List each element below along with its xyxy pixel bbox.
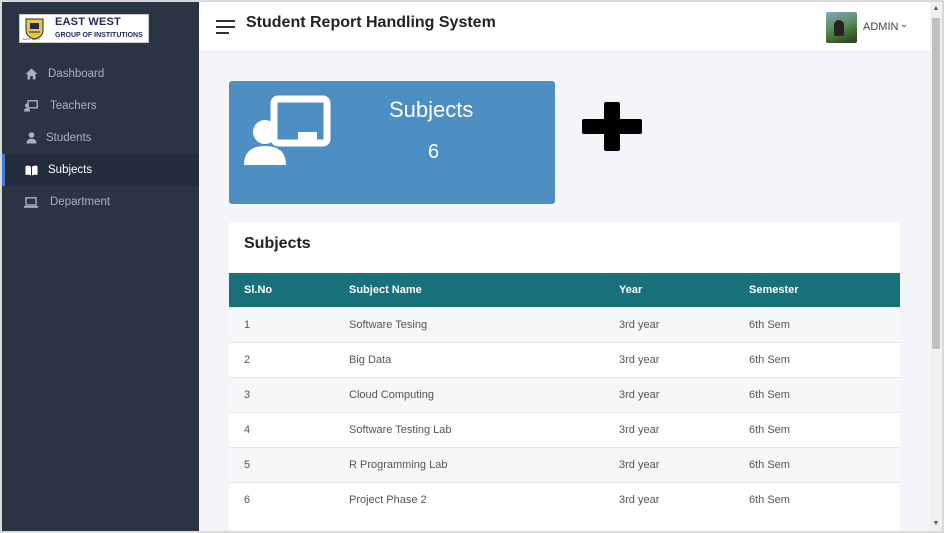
- column-header-semester: Semester: [749, 283, 799, 296]
- brand-name: EAST WEST: [55, 16, 121, 28]
- cell-semester: 6th Sem: [749, 493, 790, 506]
- brand-subtitle: GROUP OF INSTITUTIONS: [55, 32, 143, 39]
- hamburger-menu-icon[interactable]: [216, 20, 235, 34]
- sidebar: EAST WEST EAST WEST GROUP OF INSTITUTION…: [2, 2, 199, 531]
- cell-slno: 6: [244, 493, 251, 506]
- cell-year: 3rd year: [619, 318, 660, 331]
- sidebar-item-label: Students: [46, 132, 92, 144]
- stat-card-value: 6: [428, 141, 440, 163]
- cell-semester: 6th Sem: [749, 423, 790, 436]
- cell-slno: 5: [244, 458, 251, 471]
- sidebar-item-teachers[interactable]: Teachers: [2, 90, 199, 122]
- cell-subject-name: R Programming Lab: [349, 458, 448, 471]
- vertical-scrollbar[interactable]: ▲ ▼: [930, 2, 942, 531]
- cell-slno: 4: [244, 423, 251, 436]
- sidebar-item-label: Subjects: [48, 164, 93, 176]
- sidebar-item-label: Department: [50, 196, 111, 208]
- column-header-slno: Sl.No: [244, 283, 273, 296]
- cell-semester: 6th Sem: [749, 353, 790, 366]
- crest-caption: EAST WEST: [23, 37, 41, 41]
- sidebar-item-department[interactable]: Department: [2, 186, 199, 218]
- cell-year: 3rd year: [619, 423, 660, 436]
- user-icon: [24, 131, 38, 145]
- scroll-thumb[interactable]: [932, 18, 940, 349]
- cell-subject-name: Cloud Computing: [349, 388, 434, 401]
- laptop-icon: [24, 195, 38, 209]
- app-window: EAST WEST EAST WEST GROUP OF INSTITUTION…: [2, 2, 942, 531]
- cell-subject-name: Software Tesing: [349, 318, 428, 331]
- sidebar-item-label: Teachers: [50, 100, 97, 112]
- cell-year: 3rd year: [619, 388, 660, 401]
- chevron-down-icon[interactable]: ⌄: [900, 19, 908, 30]
- cell-semester: 6th Sem: [749, 318, 790, 331]
- plus-icon[interactable]: [582, 102, 642, 151]
- home-icon: [24, 67, 38, 81]
- sidebar-item-dashboard[interactable]: Dashboard: [2, 58, 199, 90]
- table-title: Subjects: [244, 235, 311, 252]
- cell-slno: 3: [244, 388, 251, 401]
- avatar[interactable]: [826, 12, 857, 43]
- sidebar-nav: Dashboard Teachers Students Subjects Dep…: [2, 58, 199, 218]
- scroll-up-arrow-icon[interactable]: ▲: [932, 5, 940, 13]
- table-row[interactable]: 6 Project Phase 2 3rd year 6th Sem: [229, 482, 900, 517]
- chalkboard-teacher-icon: [24, 99, 38, 113]
- sidebar-item-subjects[interactable]: Subjects: [2, 154, 199, 186]
- cell-semester: 6th Sem: [749, 388, 790, 401]
- cell-subject-name: Project Phase 2: [349, 493, 427, 506]
- page-title: Student Report Handling System: [246, 14, 496, 31]
- cell-year: 3rd year: [619, 493, 660, 506]
- sidebar-item-label: Dashboard: [48, 68, 105, 80]
- table-row[interactable]: 4 Software Testing Lab 3rd year 6th Sem: [229, 412, 900, 447]
- subjects-stat-card: Subjects 6: [229, 81, 555, 204]
- cell-subject-name: Software Testing Lab: [349, 423, 452, 436]
- cell-slno: 1: [244, 318, 251, 331]
- subjects-table: Sl.No Subject Name Year Semester 1 Softw…: [229, 273, 900, 517]
- book-open-icon: [24, 163, 38, 177]
- table-row[interactable]: 2 Big Data 3rd year 6th Sem: [229, 342, 900, 377]
- table-header-row: Sl.No Subject Name Year Semester: [229, 273, 900, 307]
- sidebar-item-students[interactable]: Students: [2, 122, 199, 154]
- table-row[interactable]: 1 Software Tesing 3rd year 6th Sem: [229, 307, 900, 342]
- cell-semester: 6th Sem: [749, 458, 790, 471]
- table-row[interactable]: 5 R Programming Lab 3rd year 6th Sem: [229, 447, 900, 482]
- cell-year: 3rd year: [619, 353, 660, 366]
- chalkboard-teacher-icon: [244, 95, 331, 165]
- top-header: Student Report Handling System ADMIN ⌄: [199, 2, 930, 51]
- stat-card-title: Subjects: [389, 97, 474, 122]
- subjects-table-card: Subjects Sl.No Subject Name Year Semeste…: [229, 222, 900, 531]
- cell-year: 3rd year: [619, 458, 660, 471]
- cell-slno: 2: [244, 353, 251, 366]
- cell-subject-name: Big Data: [349, 353, 392, 366]
- table-row[interactable]: 3 Cloud Computing 3rd year 6th Sem: [229, 377, 900, 412]
- user-menu-label[interactable]: ADMIN: [863, 21, 898, 33]
- column-header-year: Year: [619, 283, 643, 296]
- scroll-down-arrow-icon[interactable]: ▼: [932, 520, 940, 528]
- column-header-subject-name: Subject Name: [349, 283, 422, 296]
- brand-logo[interactable]: EAST WEST EAST WEST GROUP OF INSTITUTION…: [19, 14, 149, 43]
